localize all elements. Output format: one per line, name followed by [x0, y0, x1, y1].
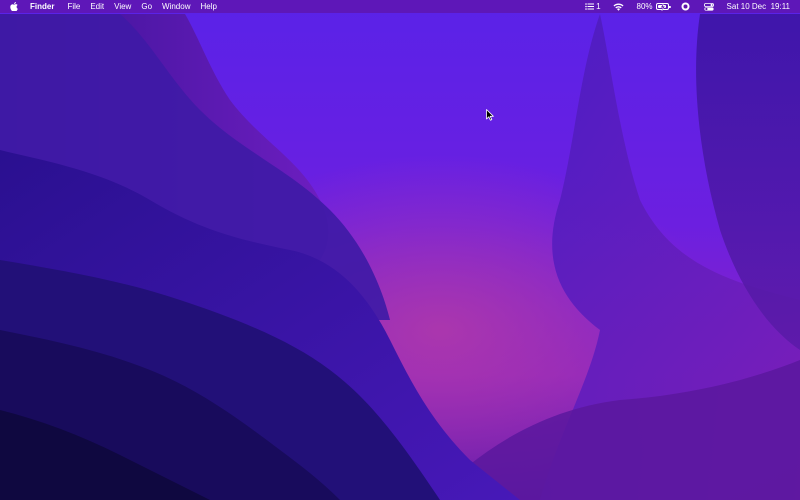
list-count: 1 — [596, 2, 601, 11]
menu-bar-status: 1 80% Sat 10 Dec 19:11 — [572, 0, 800, 13]
menu-bar: Finder File Edit View Go Window Help 1 8… — [0, 0, 800, 13]
menu-edit[interactable]: Edit — [85, 0, 109, 13]
desktop-wallpaper — [0, 0, 800, 500]
battery-icon — [655, 3, 671, 11]
menu-window[interactable]: Window — [157, 0, 195, 13]
apple-logo-icon[interactable] — [9, 0, 19, 13]
menu-go[interactable]: Go — [136, 0, 157, 13]
charging-bolt-icon — [659, 3, 666, 11]
clock[interactable]: Sat 10 Dec 19:11 — [727, 0, 790, 13]
list-icon — [585, 3, 595, 10]
mouse-pointer-icon — [486, 109, 494, 121]
menu-help[interactable]: Help — [195, 0, 221, 13]
list-status[interactable]: 1 — [585, 0, 601, 13]
battery-status[interactable]: 80% — [636, 0, 671, 13]
control-center-icon[interactable] — [703, 0, 714, 13]
record-icon[interactable] — [681, 0, 690, 13]
menu-file[interactable]: File — [62, 0, 85, 13]
menu-bar-left: Finder File Edit View Go Window Help — [0, 0, 222, 13]
menu-view[interactable]: View — [109, 0, 136, 13]
menu-app-finder[interactable]: Finder — [30, 0, 59, 13]
wifi-icon[interactable] — [613, 0, 624, 13]
battery-percent: 80% — [636, 2, 653, 11]
